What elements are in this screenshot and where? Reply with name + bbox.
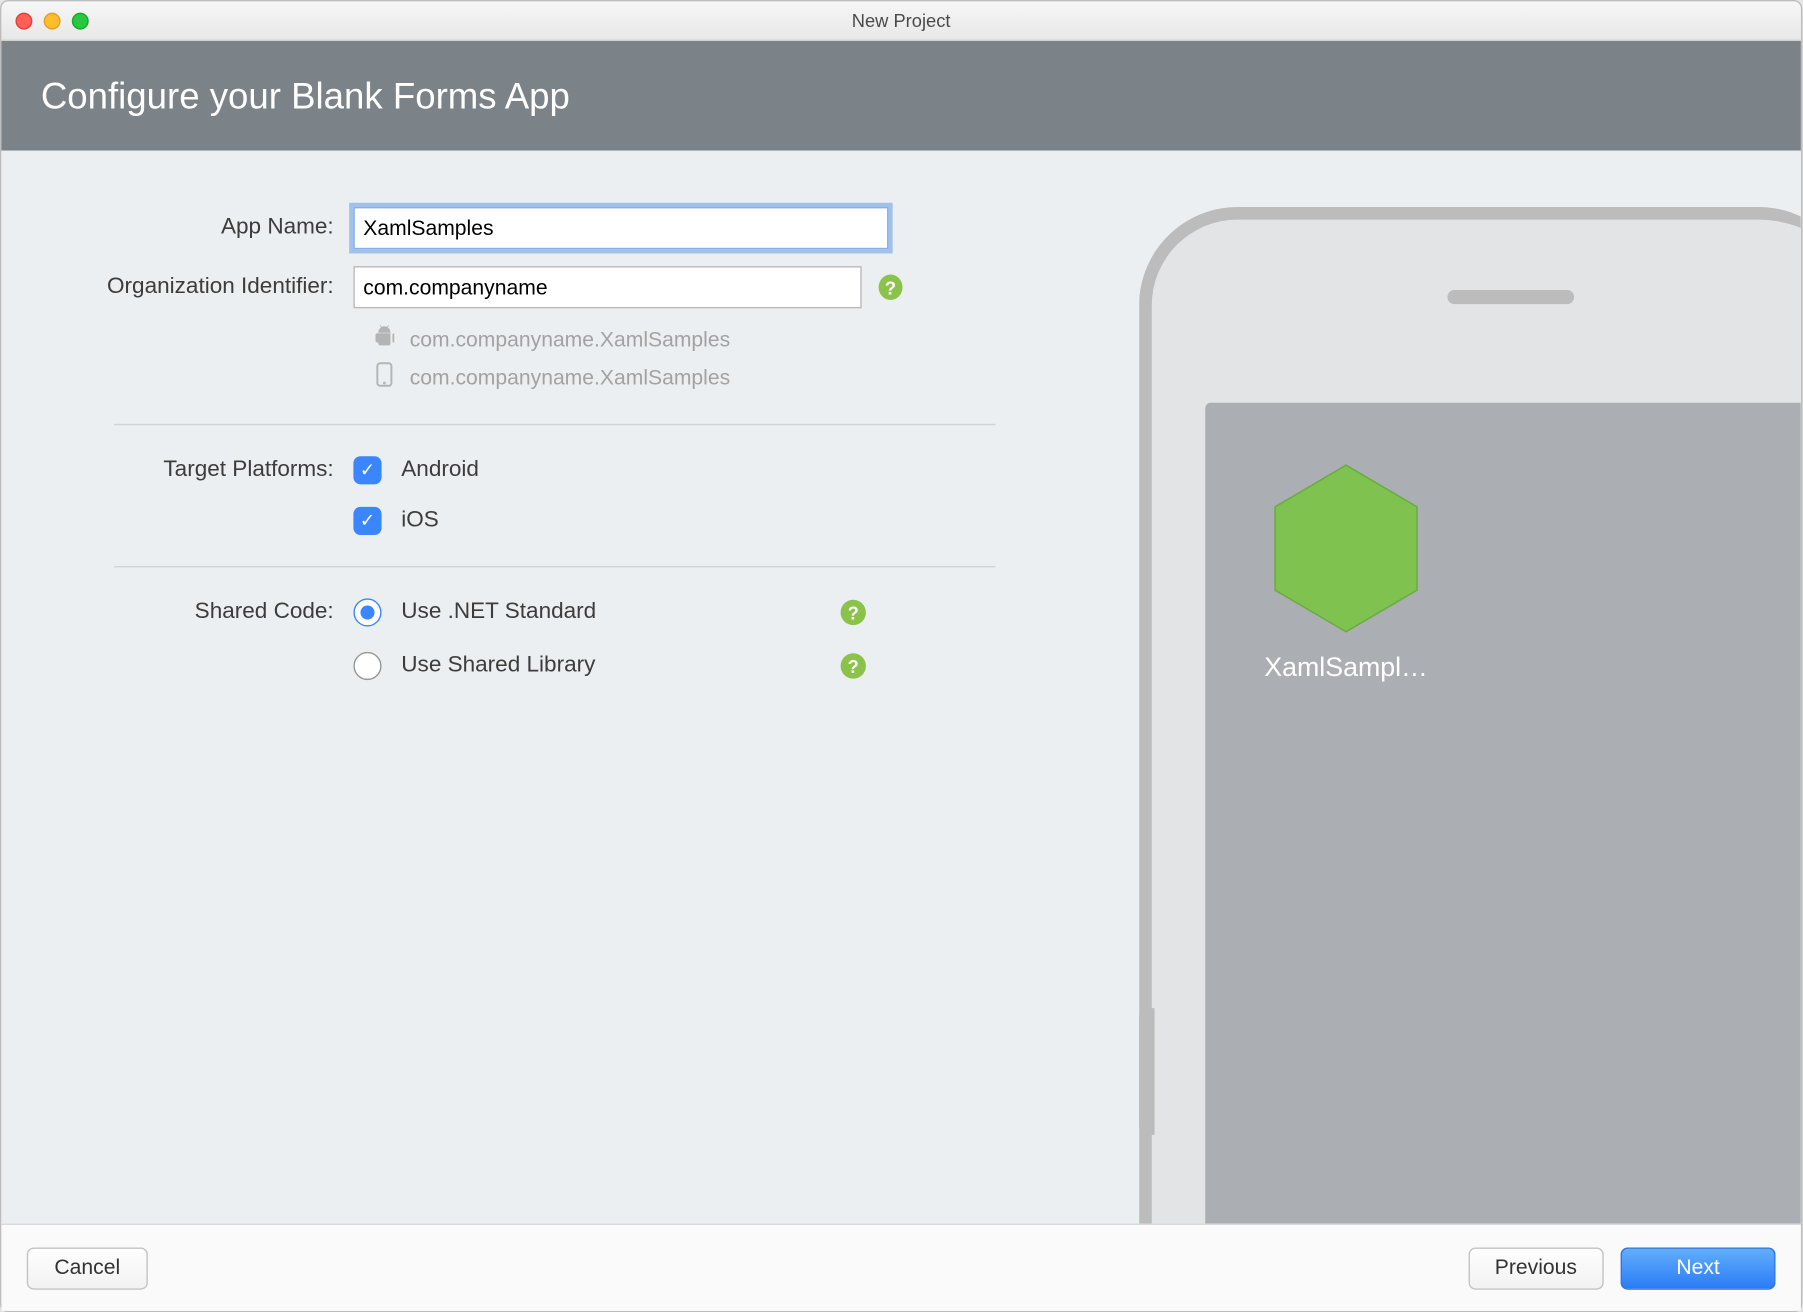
phone-icon — [373, 362, 396, 393]
shared-library-help-icon[interactable]: ? — [841, 653, 866, 678]
shared-code-row-std: Shared Code: Use .NET Standard ? — [58, 598, 1027, 626]
ios-checkbox[interactable]: ✓ — [353, 507, 381, 535]
org-id-help-icon[interactable]: ? — [879, 275, 903, 300]
footer: Cancel Previous Next — [1, 1224, 1800, 1311]
phone-button-icon — [1139, 1008, 1154, 1135]
preview-app-label: XamlSampl… — [1240, 653, 1451, 684]
org-id-label: Organization Identifier: — [58, 275, 354, 300]
form-area: App Name: Organization Identifier: ? — [1, 151, 1139, 1224]
ios-bundle-text: com.companyname.XamlSamples — [410, 365, 730, 389]
divider — [114, 566, 995, 567]
shared-library-radio[interactable] — [353, 652, 381, 680]
net-standard-label: Use .NET Standard — [401, 600, 823, 625]
page-title: Configure your Blank Forms App — [41, 74, 570, 118]
divider — [114, 424, 995, 425]
new-project-window: New Project Configure your Blank Forms A… — [0, 0, 1802, 1312]
shared-library-label: Use Shared Library — [401, 653, 823, 678]
shared-code-row-lib: Use Shared Library ? — [58, 652, 1027, 680]
preview-phone: XamlSampl… — [1139, 207, 1801, 1224]
android-bundle-preview: com.companyname.XamlSamples — [58, 325, 1027, 353]
page-header: Configure your Blank Forms App — [1, 41, 1800, 151]
ios-checkbox-label: iOS — [401, 508, 439, 533]
next-button[interactable]: Next — [1621, 1247, 1776, 1289]
phone-screen: XamlSampl… — [1205, 403, 1801, 1224]
window-title: New Project — [1, 10, 1800, 31]
cancel-button[interactable]: Cancel — [27, 1247, 148, 1289]
app-name-row: App Name: — [58, 207, 1027, 249]
previous-button[interactable]: Previous — [1468, 1247, 1604, 1289]
phone-body: XamlSampl… — [1139, 207, 1801, 1224]
android-checkbox-label: Android — [401, 458, 479, 483]
preview-panel: XamlSampl… — [1139, 151, 1801, 1224]
hexagon-icon — [1269, 459, 1424, 636]
ios-bundle-preview: com.companyname.XamlSamples — [58, 362, 1027, 393]
platforms-ios-row: ✓ iOS — [58, 507, 1027, 535]
android-bundle-text: com.companyname.XamlSamples — [410, 327, 730, 351]
org-id-row: Organization Identifier: ? — [58, 266, 1027, 308]
net-standard-radio[interactable] — [353, 598, 381, 626]
android-icon — [373, 325, 396, 353]
net-standard-help-icon[interactable]: ? — [841, 600, 866, 625]
titlebar: New Project — [1, 1, 1800, 40]
org-id-input[interactable] — [353, 266, 861, 308]
platforms-label: Target Platforms: — [58, 458, 354, 483]
preview-app-icon: XamlSampl… — [1247, 459, 1444, 684]
platforms-android-row: Target Platforms: ✓ Android — [58, 456, 1027, 484]
content-area: App Name: Organization Identifier: ? — [1, 151, 1800, 1224]
app-name-label: App Name: — [58, 215, 354, 240]
app-name-input[interactable] — [353, 207, 888, 249]
shared-code-label: Shared Code: — [58, 600, 354, 625]
phone-speaker-icon — [1447, 290, 1574, 304]
android-checkbox[interactable]: ✓ — [353, 456, 381, 484]
